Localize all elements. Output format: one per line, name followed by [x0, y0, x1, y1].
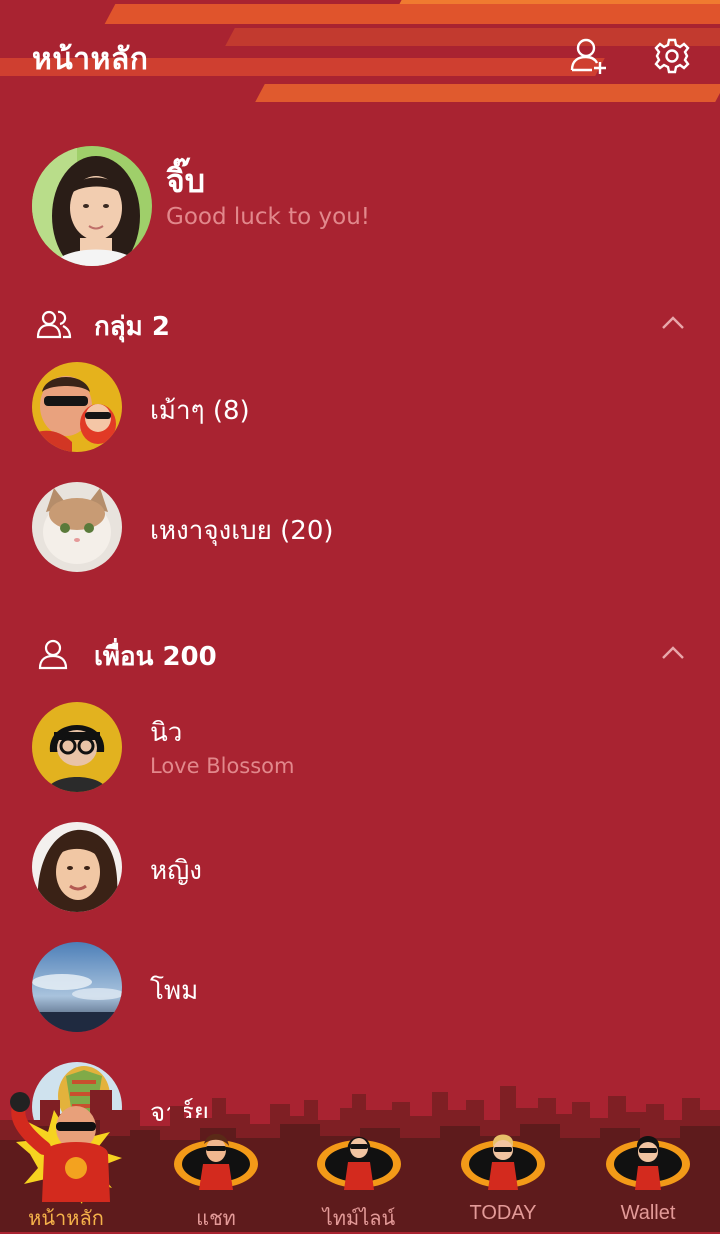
nav-label: แชท [196, 1208, 236, 1230]
profile-status: Good luck to you! [166, 204, 371, 230]
avatar [32, 362, 122, 452]
groups-section-header[interactable]: กลุ่ม 2 [36, 304, 686, 344]
timeline-icon [317, 1137, 401, 1190]
gear-icon[interactable] [652, 36, 692, 76]
header-stripe [225, 28, 720, 46]
avatar [32, 702, 122, 792]
my-profile[interactable]: จิ๊บ Good luck to you! [32, 146, 682, 266]
bottom-navigation: หน้าหลัก แชท ไทม์ไลน์ TODAY Wallet [0, 1080, 720, 1232]
list-item[interactable]: เหงาจุงเบย (20) [32, 482, 682, 572]
today-icon [461, 1134, 545, 1190]
group-photo [32, 362, 122, 452]
friends-label: เพื่อน 200 [94, 642, 217, 672]
avatar[interactable] [32, 146, 152, 266]
avatar [32, 822, 122, 912]
nav-home[interactable]: หน้าหลัก [10, 1084, 150, 1232]
list-item[interactable]: เม้าๆ (8) [32, 362, 682, 452]
friend-icon [38, 639, 68, 670]
add-friend-icon[interactable] [568, 36, 608, 76]
group-icon [36, 310, 72, 339]
page-title: หน้าหลัก [32, 42, 149, 77]
chevron-up-icon[interactable] [660, 312, 686, 334]
avatar [32, 942, 122, 1032]
nav-today[interactable]: TODAY [443, 1134, 563, 1232]
friend-status: Love Blossom [150, 754, 295, 778]
profile-name: จิ๊บ [166, 162, 206, 200]
nav-label: ไทม์ไลน์ [322, 1208, 396, 1230]
friend-photo [32, 942, 122, 1032]
chevron-up-icon[interactable] [660, 642, 686, 664]
friend-name: โพม [150, 976, 199, 1006]
group-photo [32, 482, 122, 572]
friends-section-header[interactable]: เพื่อน 200 [36, 634, 686, 674]
friend-photo [32, 702, 122, 792]
nav-label: หน้าหลัก [28, 1208, 104, 1230]
home-hero-icon [10, 1092, 122, 1204]
friend-name: นิว [150, 718, 183, 748]
nav-chat[interactable]: แชท [156, 1134, 276, 1232]
avatar [32, 482, 122, 572]
group-name: เม้าๆ (8) [150, 396, 250, 426]
group-name: เหงาจุงเบย (20) [150, 516, 334, 546]
wallet-icon [606, 1136, 690, 1190]
list-item[interactable]: นิว Love Blossom [32, 702, 682, 792]
header-stripe [255, 84, 720, 102]
list-item[interactable]: โพม [32, 942, 682, 1032]
list-item[interactable]: หญิง [32, 822, 682, 912]
header-stripe [104, 4, 720, 24]
friend-photo [32, 822, 122, 912]
nav-wallet[interactable]: Wallet [588, 1134, 708, 1232]
nav-label: TODAY [469, 1202, 537, 1224]
nav-label: Wallet [620, 1202, 676, 1224]
nav-timeline[interactable]: ไทม์ไลน์ [299, 1134, 419, 1232]
chat-icon [174, 1134, 258, 1190]
friend-name: หญิง [150, 856, 202, 886]
profile-photo [32, 146, 152, 266]
groups-label: กลุ่ม 2 [94, 312, 170, 342]
